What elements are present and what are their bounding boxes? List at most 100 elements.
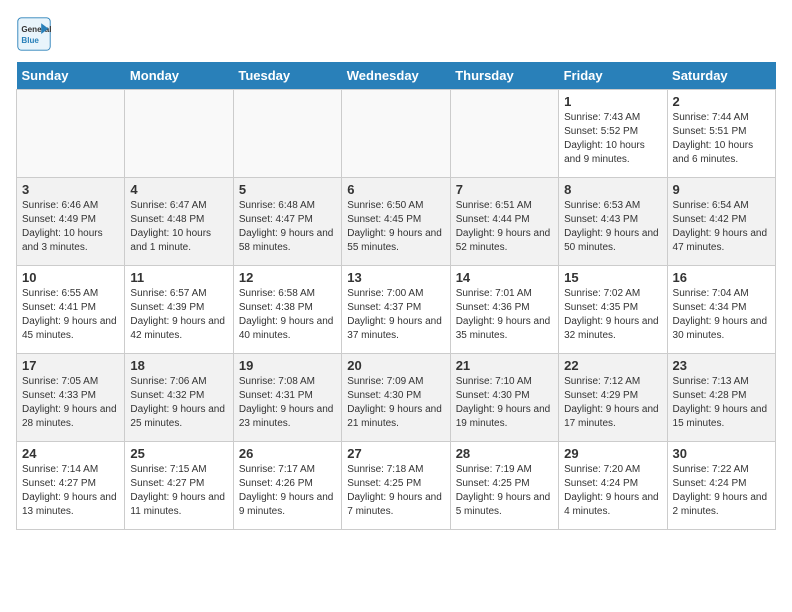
calendar-cell <box>125 90 233 178</box>
calendar-table: SundayMondayTuesdayWednesdayThursdayFrid… <box>16 62 776 530</box>
day-number: 7 <box>456 182 553 197</box>
day-number: 11 <box>130 270 227 285</box>
day-number: 27 <box>347 446 444 461</box>
calendar-cell: 10 Sunrise: 6:55 AM Sunset: 4:41 PM Dayli… <box>17 266 125 354</box>
day-number: 8 <box>564 182 661 197</box>
day-header-saturday: Saturday <box>667 62 775 90</box>
calendar-cell <box>233 90 341 178</box>
calendar-cell: 25Sunrise: 7:15 AM Sunset: 4:27 PM Dayli… <box>125 442 233 530</box>
day-number: 26 <box>239 446 336 461</box>
day-number: 16 <box>673 270 770 285</box>
day-header-friday: Friday <box>559 62 667 90</box>
day-header-wednesday: Wednesday <box>342 62 450 90</box>
day-info: Sunrise: 6:57 AM Sunset: 4:39 PM Dayligh… <box>130 287 227 343</box>
logo-icon: General Blue <box>16 16 52 52</box>
day-info: Sunrise: 6:58 AM Sunset: 4:38 PM Dayligh… <box>239 287 336 343</box>
calendar-cell: 17 Sunrise: 7:05 AM Sunset: 4:33 PM Dayli… <box>17 354 125 442</box>
calendar-cell <box>17 90 125 178</box>
day-info: Sunrise: 7:12 AM Sunset: 4:29 PM Dayligh… <box>564 375 661 431</box>
day-number: 14 <box>456 270 553 285</box>
calendar-cell: 24Sunrise: 7:14 AM Sunset: 4:27 PM Dayli… <box>17 442 125 530</box>
day-info: Sunrise: 7:18 AM Sunset: 4:25 PM Dayligh… <box>347 463 444 519</box>
calendar-week-5: 24Sunrise: 7:14 AM Sunset: 4:27 PM Dayli… <box>17 442 776 530</box>
calendar-header-row: SundayMondayTuesdayWednesdayThursdayFrid… <box>17 62 776 90</box>
day-info: Sunrise: 6:48 AM Sunset: 4:47 PM Dayligh… <box>239 199 336 255</box>
day-header-tuesday: Tuesday <box>233 62 341 90</box>
calendar-cell: 12Sunrise: 6:58 AM Sunset: 4:38 PM Dayli… <box>233 266 341 354</box>
calendar-cell: 19 Sunrise: 7:08 AM Sunset: 4:31 PM Dayli… <box>233 354 341 442</box>
day-number: 9 <box>673 182 770 197</box>
calendar-cell: 21 Sunrise: 7:10 AM Sunset: 4:30 PM Dayli… <box>450 354 558 442</box>
day-number: 4 <box>130 182 227 197</box>
calendar-cell: 20Sunrise: 7:09 AM Sunset: 4:30 PM Dayli… <box>342 354 450 442</box>
calendar-cell: 5 Sunrise: 6:48 AM Sunset: 4:47 PM Daylig… <box>233 178 341 266</box>
day-info: Sunrise: 7:02 AM Sunset: 4:35 PM Dayligh… <box>564 287 661 343</box>
day-info: Sunrise: 7:10 AM Sunset: 4:30 PM Dayligh… <box>456 375 553 431</box>
day-number: 29 <box>564 446 661 461</box>
day-info: Sunrise: 7:13 AM Sunset: 4:28 PM Dayligh… <box>673 375 770 431</box>
calendar-cell <box>450 90 558 178</box>
calendar-cell: 13Sunrise: 7:00 AM Sunset: 4:37 PM Dayli… <box>342 266 450 354</box>
day-header-thursday: Thursday <box>450 62 558 90</box>
day-info: Sunrise: 7:19 AM Sunset: 4:25 PM Dayligh… <box>456 463 553 519</box>
day-number: 25 <box>130 446 227 461</box>
calendar-cell: 15 Sunrise: 7:02 AM Sunset: 4:35 PM Dayli… <box>559 266 667 354</box>
day-info: Sunrise: 7:22 AM Sunset: 4:24 PM Dayligh… <box>673 463 770 519</box>
calendar-week-2: 3 Sunrise: 6:46 AM Sunset: 4:49 PM Daylig… <box>17 178 776 266</box>
day-info: Sunrise: 7:08 AM Sunset: 4:31 PM Dayligh… <box>239 375 336 431</box>
day-info: Sunrise: 6:46 AM Sunset: 4:49 PM Dayligh… <box>22 199 119 255</box>
day-header-sunday: Sunday <box>17 62 125 90</box>
day-number: 15 <box>564 270 661 285</box>
day-number: 19 <box>239 358 336 373</box>
day-number: 13 <box>347 270 444 285</box>
calendar-cell: 11 Sunrise: 6:57 AM Sunset: 4:39 PM Dayli… <box>125 266 233 354</box>
day-number: 23 <box>673 358 770 373</box>
calendar-cell: 28 Sunrise: 7:19 AM Sunset: 4:25 PM Dayli… <box>450 442 558 530</box>
day-info: Sunrise: 6:54 AM Sunset: 4:42 PM Dayligh… <box>673 199 770 255</box>
day-number: 30 <box>673 446 770 461</box>
calendar-body: 1Sunrise: 7:43 AM Sunset: 5:52 PM Daylig… <box>17 90 776 530</box>
calendar-cell: 27 Sunrise: 7:18 AM Sunset: 4:25 PM Dayli… <box>342 442 450 530</box>
day-number: 1 <box>564 94 661 109</box>
day-number: 22 <box>564 358 661 373</box>
day-number: 17 <box>22 358 119 373</box>
day-info: Sunrise: 6:55 AM Sunset: 4:41 PM Dayligh… <box>22 287 119 343</box>
calendar-cell: 3 Sunrise: 6:46 AM Sunset: 4:49 PM Daylig… <box>17 178 125 266</box>
day-number: 28 <box>456 446 553 461</box>
calendar-cell: 1Sunrise: 7:43 AM Sunset: 5:52 PM Daylig… <box>559 90 667 178</box>
page-header: General Blue <box>16 16 776 52</box>
day-info: Sunrise: 7:44 AM Sunset: 5:51 PM Dayligh… <box>673 111 770 167</box>
svg-text:Blue: Blue <box>21 36 39 45</box>
calendar-cell: 4Sunrise: 6:47 AM Sunset: 4:48 PM Daylig… <box>125 178 233 266</box>
calendar-cell: 18 Sunrise: 7:06 AM Sunset: 4:32 PM Dayli… <box>125 354 233 442</box>
day-number: 3 <box>22 182 119 197</box>
day-number: 5 <box>239 182 336 197</box>
calendar-week-4: 17 Sunrise: 7:05 AM Sunset: 4:33 PM Dayli… <box>17 354 776 442</box>
calendar-cell: 29 Sunrise: 7:20 AM Sunset: 4:24 PM Dayli… <box>559 442 667 530</box>
day-info: Sunrise: 7:04 AM Sunset: 4:34 PM Dayligh… <box>673 287 770 343</box>
day-number: 21 <box>456 358 553 373</box>
calendar-cell: 14 Sunrise: 7:01 AM Sunset: 4:36 PM Dayli… <box>450 266 558 354</box>
logo: General Blue <box>16 16 52 52</box>
calendar-cell: 7 Sunrise: 6:51 AM Sunset: 4:44 PM Daylig… <box>450 178 558 266</box>
calendar-cell: 30 Sunrise: 7:22 AM Sunset: 4:24 PM Dayli… <box>667 442 775 530</box>
day-number: 6 <box>347 182 444 197</box>
calendar-cell: 26Sunrise: 7:17 AM Sunset: 4:26 PM Dayli… <box>233 442 341 530</box>
day-number: 10 <box>22 270 119 285</box>
day-number: 18 <box>130 358 227 373</box>
calendar-week-1: 1Sunrise: 7:43 AM Sunset: 5:52 PM Daylig… <box>17 90 776 178</box>
day-info: Sunrise: 6:50 AM Sunset: 4:45 PM Dayligh… <box>347 199 444 255</box>
calendar-week-3: 10 Sunrise: 6:55 AM Sunset: 4:41 PM Dayli… <box>17 266 776 354</box>
calendar-cell: 23 Sunrise: 7:13 AM Sunset: 4:28 PM Dayli… <box>667 354 775 442</box>
day-info: Sunrise: 7:05 AM Sunset: 4:33 PM Dayligh… <box>22 375 119 431</box>
svg-text:General: General <box>21 25 51 34</box>
calendar-cell: 9 Sunrise: 6:54 AM Sunset: 4:42 PM Daylig… <box>667 178 775 266</box>
calendar-cell: 8Sunrise: 6:53 AM Sunset: 4:43 PM Daylig… <box>559 178 667 266</box>
day-info: Sunrise: 7:20 AM Sunset: 4:24 PM Dayligh… <box>564 463 661 519</box>
day-header-monday: Monday <box>125 62 233 90</box>
day-number: 2 <box>673 94 770 109</box>
calendar-cell <box>342 90 450 178</box>
day-info: Sunrise: 6:51 AM Sunset: 4:44 PM Dayligh… <box>456 199 553 255</box>
day-info: Sunrise: 7:01 AM Sunset: 4:36 PM Dayligh… <box>456 287 553 343</box>
day-info: Sunrise: 7:06 AM Sunset: 4:32 PM Dayligh… <box>130 375 227 431</box>
